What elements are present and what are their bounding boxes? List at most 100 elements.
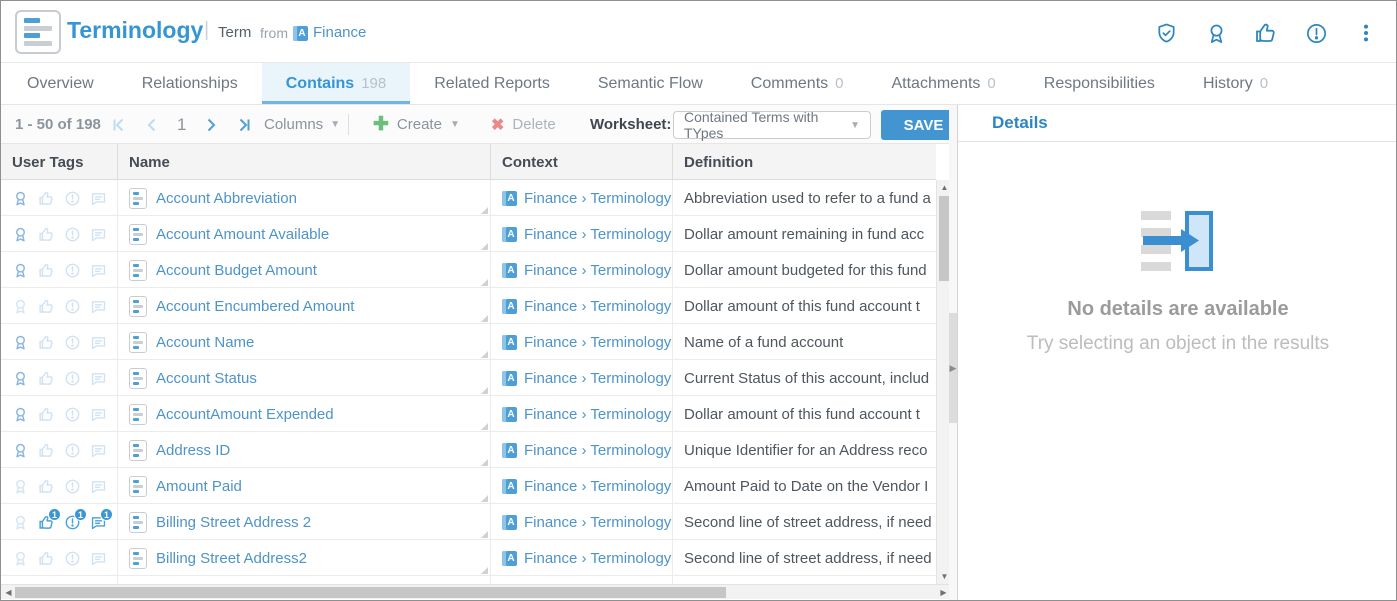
comment-icon[interactable] [89, 405, 107, 423]
tab-contains[interactable]: Contains 198 [262, 63, 410, 104]
table-row[interactable]: Address ID A Finance › Terminology Uniqu… [1, 432, 936, 468]
definition-cell[interactable]: Second line of street address, if need [673, 540, 936, 576]
context-link[interactable]: Finance › Terminology [524, 514, 671, 531]
context-link[interactable]: Finance › Terminology [524, 442, 671, 459]
definition-cell[interactable] [673, 576, 936, 584]
tab-attachments[interactable]: Attachments 0 [867, 63, 1019, 104]
term-name-link[interactable]: Account Status [156, 370, 257, 387]
context-link[interactable]: Finance › Terminology [524, 298, 671, 315]
thumbs-up-icon[interactable]: 1 [37, 513, 55, 531]
table-row[interactable]: Account Budget Amount A Finance › Termin… [1, 252, 936, 288]
first-page-button[interactable] [109, 116, 127, 134]
delete-button[interactable]: ✖ Delete [491, 105, 556, 144]
thumbs-up-icon[interactable] [37, 333, 55, 351]
resize-grip[interactable] [481, 279, 488, 286]
definition-cell[interactable]: Second line of street address, if need [673, 504, 936, 540]
award-ribbon-icon[interactable] [11, 225, 29, 243]
award-ribbon-icon[interactable] [11, 513, 29, 531]
table-row[interactable]: Amount Paid A Finance › Terminology Amou… [1, 468, 936, 504]
comment-icon[interactable] [89, 333, 107, 351]
definition-cell[interactable]: Dollar amount budgeted for this fund [673, 252, 936, 288]
context-link[interactable]: Finance › Terminology [524, 190, 671, 207]
context-cell[interactable]: A Finance › Terminology [491, 468, 673, 504]
name-cell[interactable]: Billing Street Address2 [118, 540, 491, 576]
definition-cell[interactable]: Amount Paid to Date on the Vendor I [673, 468, 936, 504]
comment-icon[interactable] [89, 261, 107, 279]
term-name-link[interactable]: Amount Paid [156, 478, 242, 495]
alert-circle-icon[interactable] [1304, 21, 1328, 45]
thumbs-up-icon[interactable] [37, 549, 55, 567]
alert-circle-icon[interactable] [63, 405, 81, 423]
column-header-definition[interactable]: Definition [673, 144, 936, 180]
table-row[interactable]: Account Abbreviation A Finance › Termino… [1, 180, 936, 216]
award-ribbon-icon[interactable] [11, 549, 29, 567]
name-cell[interactable]: Account Abbreviation [118, 180, 491, 216]
column-header-context[interactable]: Context [491, 144, 673, 180]
context-link[interactable]: Finance [313, 24, 366, 41]
resize-grip[interactable] [481, 315, 488, 322]
comment-icon[interactable] [89, 549, 107, 567]
worksheet-select[interactable]: Contained Terms with TYpes ▼ [673, 111, 871, 139]
award-ribbon-icon[interactable] [11, 297, 29, 315]
award-ribbon-icon[interactable] [11, 405, 29, 423]
tab-semantic-flow[interactable]: Semantic Flow [574, 63, 727, 104]
definition-cell[interactable]: Abbreviation used to refer to a fund a [673, 180, 936, 216]
context-cell[interactable]: A Finance › Terminology [491, 504, 673, 540]
last-page-button[interactable] [236, 116, 254, 134]
context-link[interactable]: Finance › Terminology [524, 550, 671, 567]
definition-cell[interactable]: Dollar amount remaining in fund acc [673, 216, 936, 252]
alert-circle-icon[interactable] [63, 369, 81, 387]
context-link[interactable]: Finance › Terminology [524, 226, 671, 243]
horizontal-scrollbar[interactable]: ◀ ▶ [1, 584, 951, 599]
context-link[interactable]: Finance › Terminology [524, 478, 671, 495]
award-ribbon-icon[interactable] [11, 261, 29, 279]
tab-overview[interactable]: Overview [3, 63, 118, 104]
alert-circle-icon[interactable]: 1 [63, 513, 81, 531]
column-header-name[interactable]: Name [118, 144, 491, 180]
award-ribbon-icon[interactable] [11, 477, 29, 495]
table-row[interactable]: Account Name A Finance › Terminology Nam… [1, 324, 936, 360]
alert-circle-icon[interactable] [63, 225, 81, 243]
resize-grip[interactable] [481, 423, 488, 430]
alert-circle-icon[interactable] [63, 477, 81, 495]
create-button[interactable]: ✚ Create ▼ [373, 105, 460, 144]
thumbs-up-icon[interactable] [37, 369, 55, 387]
context-link[interactable]: Finance › Terminology [524, 406, 671, 423]
table-row[interactable]: Billing Street Address2 A Finance › Term… [1, 540, 936, 576]
context-cell[interactable]: A Finance › Terminology [491, 396, 673, 432]
context-cell[interactable]: A Finance › Terminology [491, 360, 673, 396]
context-cell[interactable]: A Finance › Terminology [491, 288, 673, 324]
term-name-link[interactable]: Account Amount Available [156, 226, 329, 243]
definition-cell[interactable]: Current Status of this account, includ [673, 360, 936, 396]
thumbs-up-icon[interactable] [37, 477, 55, 495]
prev-page-button[interactable] [143, 116, 161, 134]
name-cell[interactable]: Account Status [118, 360, 491, 396]
comment-icon[interactable] [89, 441, 107, 459]
tab-responsibilities[interactable]: Responsibilities [1020, 63, 1179, 104]
table-row[interactable]: Account Status A Finance › Terminology C… [1, 360, 936, 396]
resize-grip[interactable] [481, 531, 488, 538]
table-row[interactable]: AccountAmount Expended A Finance › Termi… [1, 396, 936, 432]
definition-cell[interactable]: Name of a fund account [673, 324, 936, 360]
definition-cell[interactable]: Unique Identifier for an Address reco [673, 432, 936, 468]
alert-circle-icon[interactable] [63, 261, 81, 279]
thumbs-up-icon[interactable] [37, 297, 55, 315]
comment-icon[interactable]: 1 [89, 513, 107, 531]
term-name-link[interactable]: Account Encumbered Amount [156, 298, 354, 315]
term-name-link[interactable]: AccountAmount Expended [156, 406, 334, 423]
tab-comments[interactable]: Comments 0 [727, 63, 868, 104]
horizontal-scroll-thumb[interactable] [15, 587, 726, 598]
next-page-button[interactable] [202, 116, 220, 134]
context-cell[interactable]: A Finance › Terminology [491, 216, 673, 252]
context-link[interactable]: Finance › Terminology [524, 370, 671, 387]
term-name-link[interactable]: Address ID [156, 442, 230, 459]
resize-grip[interactable] [481, 351, 488, 358]
award-ribbon-icon[interactable] [11, 333, 29, 351]
current-page[interactable]: 1 [177, 115, 186, 135]
tab-relationships[interactable]: Relationships [118, 63, 262, 104]
thumbs-up-icon[interactable] [37, 261, 55, 279]
overflow-menu-icon[interactable] [1354, 21, 1378, 45]
alert-circle-icon[interactable] [63, 549, 81, 567]
definition-cell[interactable]: Dollar amount of this fund account t [673, 396, 936, 432]
table-row[interactable]: 1 1 1 Billing Street Address 2 A Finance… [1, 504, 936, 540]
